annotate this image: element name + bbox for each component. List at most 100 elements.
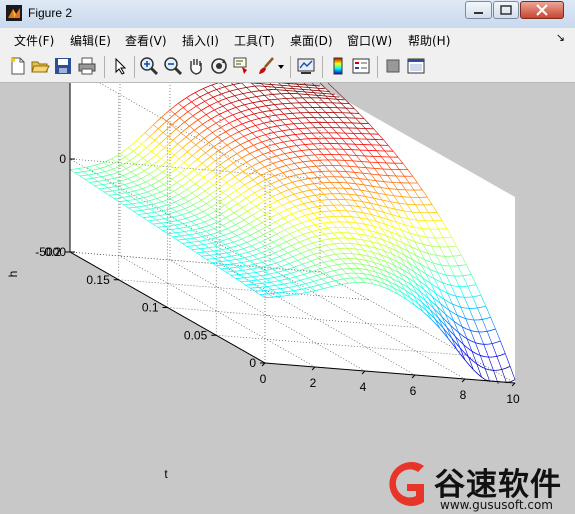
brush-icon[interactable] xyxy=(256,56,276,76)
mesh-line xyxy=(233,266,238,269)
mesh-line xyxy=(78,171,84,173)
mesh-line xyxy=(271,285,276,287)
menu-insert[interactable]: 插入(I) xyxy=(182,32,219,49)
mesh-line xyxy=(83,174,89,176)
t-axis-label: t xyxy=(164,467,168,481)
x-tick-label: 0 xyxy=(260,372,267,386)
mesh-line xyxy=(108,190,113,192)
figure-canvas: 024681000.050.10.150.2-500005000 h t xyxy=(0,83,575,514)
colorbar-icon[interactable] xyxy=(328,56,348,76)
mesh-line xyxy=(265,99,270,101)
zoom-out-icon[interactable] xyxy=(163,56,183,76)
close-button[interactable] xyxy=(520,1,564,19)
toolbar-separator xyxy=(290,56,291,78)
mesh-line xyxy=(84,178,89,180)
mesh-line xyxy=(190,241,195,243)
mesh-line xyxy=(98,184,103,186)
show-plot-tools-icon[interactable] xyxy=(406,56,426,76)
mesh-line xyxy=(180,235,185,237)
t-tick-label: 0.1 xyxy=(142,301,159,315)
menubar-dock-arrow-icon[interactable]: ↘ xyxy=(556,31,565,44)
menu-help[interactable]: 帮助(H) xyxy=(408,32,450,49)
new-figure-icon[interactable] xyxy=(8,56,28,76)
mesh-line xyxy=(329,238,334,240)
x-tick-label: 4 xyxy=(360,380,367,394)
maximize-icon xyxy=(500,5,512,15)
mesh-line xyxy=(276,288,281,290)
mesh-line xyxy=(200,247,205,250)
mesh-line xyxy=(242,269,247,271)
mesh-line xyxy=(262,282,267,284)
mesh-line xyxy=(280,291,286,293)
x-tick-mark xyxy=(361,370,366,375)
mesh-line xyxy=(285,123,290,126)
mesh-line xyxy=(303,83,305,84)
mesh-line xyxy=(228,263,233,265)
mesh-line xyxy=(329,84,335,90)
mesh-line xyxy=(274,108,280,111)
mesh-line xyxy=(314,188,319,190)
mesh-line xyxy=(279,113,285,116)
menu-tools[interactable]: 工具(T) xyxy=(234,32,275,49)
toolbar-separator xyxy=(134,56,135,78)
mesh-line xyxy=(311,83,314,85)
mesh-line xyxy=(117,197,123,199)
x-tick-label: 8 xyxy=(460,388,467,402)
mesh-line xyxy=(364,282,370,284)
mesh-line xyxy=(122,200,128,202)
minimize-button[interactable] xyxy=(465,1,492,19)
mesh-line xyxy=(342,273,347,275)
mesh-line xyxy=(74,168,79,170)
mesh-line xyxy=(238,269,243,272)
zoom-in-icon[interactable] xyxy=(139,56,159,76)
mesh-line xyxy=(74,171,80,174)
brush-dropdown-icon[interactable] xyxy=(276,56,286,76)
mesh-line xyxy=(205,251,210,253)
t-tick-label: 0.05 xyxy=(184,328,208,342)
mesh-line xyxy=(132,206,137,208)
maximize-button[interactable] xyxy=(493,1,519,19)
mesh-line xyxy=(280,118,285,121)
minimize-icon xyxy=(474,12,483,14)
link-plot-icon[interactable] xyxy=(296,56,316,76)
mesh-line xyxy=(336,258,341,260)
mesh-line xyxy=(152,219,157,221)
figure-window: Figure 2 文件(F) 编辑(E) 查看(V) 插入(I) 工具(T) 桌… xyxy=(0,0,575,514)
mesh-line xyxy=(127,203,133,205)
menu-desktop[interactable]: 桌面(D) xyxy=(290,32,333,49)
menu-edit[interactable]: 编辑(E) xyxy=(70,32,111,49)
mesh-line xyxy=(252,275,257,278)
menu-file[interactable]: 文件(F) xyxy=(14,32,54,49)
gususoft-logo-icon xyxy=(389,462,424,506)
pan-icon[interactable] xyxy=(186,56,206,76)
menu-view[interactable]: 查看(V) xyxy=(125,32,167,49)
open-file-icon[interactable] xyxy=(30,56,50,76)
x-tick-mark xyxy=(511,382,516,387)
figure-toolbar xyxy=(0,50,575,83)
mesh-line xyxy=(161,222,166,224)
x-tick-mark xyxy=(411,374,416,379)
mesh-line xyxy=(142,213,147,215)
mesh-line xyxy=(88,177,94,180)
mesh-line xyxy=(156,222,162,225)
h-tick-label: -5000 xyxy=(35,245,66,259)
mesh-line xyxy=(247,272,252,274)
menu-window[interactable]: 窗口(W) xyxy=(347,32,392,49)
data-cursor-icon[interactable] xyxy=(232,56,252,76)
menu-bar: 文件(F) 编辑(E) 查看(V) 插入(I) 工具(T) 桌面(D) 窗口(W… xyxy=(0,28,575,50)
x-tick-mark xyxy=(311,366,316,371)
mesh-line xyxy=(322,216,327,218)
pointer-icon[interactable] xyxy=(110,56,130,76)
print-icon[interactable] xyxy=(77,56,97,76)
t-tick-label: 0 xyxy=(249,356,256,370)
mesh-line xyxy=(175,231,181,234)
x-tick-label: 6 xyxy=(410,384,417,398)
mesh-line xyxy=(484,356,489,358)
save-icon[interactable] xyxy=(53,56,73,76)
axes-3d[interactable]: 024681000.050.10.150.2-500005000 h t xyxy=(0,83,575,514)
mesh-line xyxy=(266,285,272,287)
mesh-line xyxy=(166,225,171,227)
rotate-3d-icon[interactable] xyxy=(209,56,229,76)
hide-plot-tools-icon[interactable] xyxy=(383,56,403,76)
legend-icon[interactable] xyxy=(351,56,371,76)
